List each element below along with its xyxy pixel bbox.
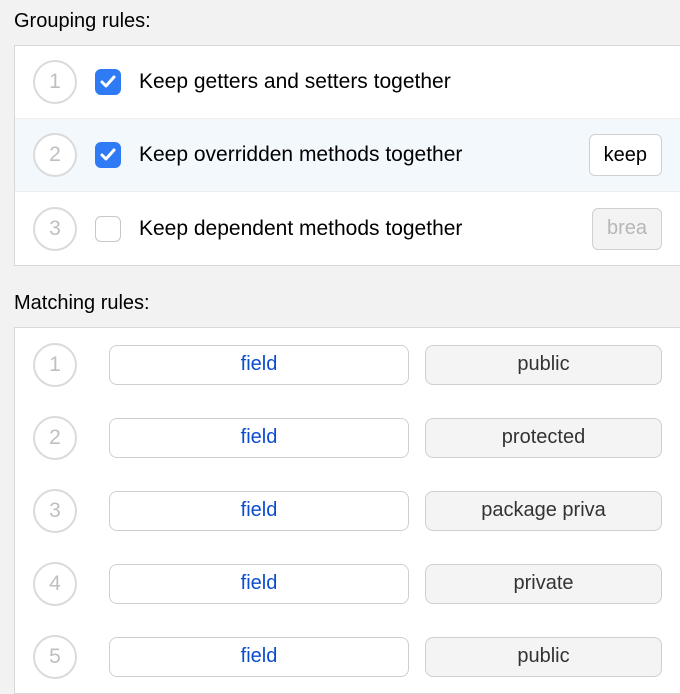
matching-rules-label: Matching rules:: [0, 266, 680, 327]
rule-label: Keep getters and setters together: [139, 70, 451, 94]
rule-modifier-selector[interactable]: private: [425, 564, 662, 604]
checkmark-icon: [99, 73, 117, 91]
matching-rule-row[interactable]: 2 field protected: [15, 401, 680, 474]
rule-label: Keep dependent methods together: [139, 217, 462, 241]
rule-number-badge: 5: [33, 635, 77, 679]
checkmark-icon: [99, 146, 117, 164]
rule-number-badge: 3: [33, 207, 77, 251]
matching-rule-row[interactable]: 4 field private: [15, 547, 680, 620]
grouping-rule-row[interactable]: 2 Keep overridden methods together keep: [15, 119, 680, 192]
rule-checkbox[interactable]: [95, 69, 121, 95]
grouping-rule-row[interactable]: 1 Keep getters and setters together: [15, 46, 680, 119]
rule-number-badge: 4: [33, 562, 77, 606]
matching-rule-row[interactable]: 5 field public: [15, 620, 680, 693]
rule-modifier-selector[interactable]: package priva: [425, 491, 662, 531]
grouping-rule-row[interactable]: 3 Keep dependent methods together brea: [15, 192, 680, 265]
grouping-rules-label: Grouping rules:: [0, 0, 680, 45]
rule-order-dropdown[interactable]: keep: [589, 134, 662, 176]
matching-rule-row[interactable]: 1 field public: [15, 328, 680, 401]
rule-number-badge: 1: [33, 343, 77, 387]
rule-type-selector[interactable]: field: [109, 637, 409, 677]
matching-rules-panel: 1 field public 2 field protected 3 field…: [14, 327, 680, 694]
rule-number-badge: 3: [33, 489, 77, 533]
rule-checkbox[interactable]: [95, 216, 121, 242]
rule-checkbox[interactable]: [95, 142, 121, 168]
rule-type-selector[interactable]: field: [109, 491, 409, 531]
rule-modifier-selector[interactable]: protected: [425, 418, 662, 458]
rule-type-selector[interactable]: field: [109, 345, 409, 385]
grouping-rules-panel: 1 Keep getters and setters together 2 Ke…: [14, 45, 680, 266]
rule-type-selector[interactable]: field: [109, 564, 409, 604]
rule-number-badge: 1: [33, 60, 77, 104]
rule-number-badge: 2: [33, 133, 77, 177]
matching-rule-row[interactable]: 3 field package priva: [15, 474, 680, 547]
rule-modifier-selector[interactable]: public: [425, 637, 662, 677]
rule-type-selector[interactable]: field: [109, 418, 409, 458]
rule-modifier-selector[interactable]: public: [425, 345, 662, 385]
rule-order-dropdown: brea: [592, 208, 662, 250]
rule-number-badge: 2: [33, 416, 77, 460]
rule-label: Keep overridden methods together: [139, 143, 462, 167]
